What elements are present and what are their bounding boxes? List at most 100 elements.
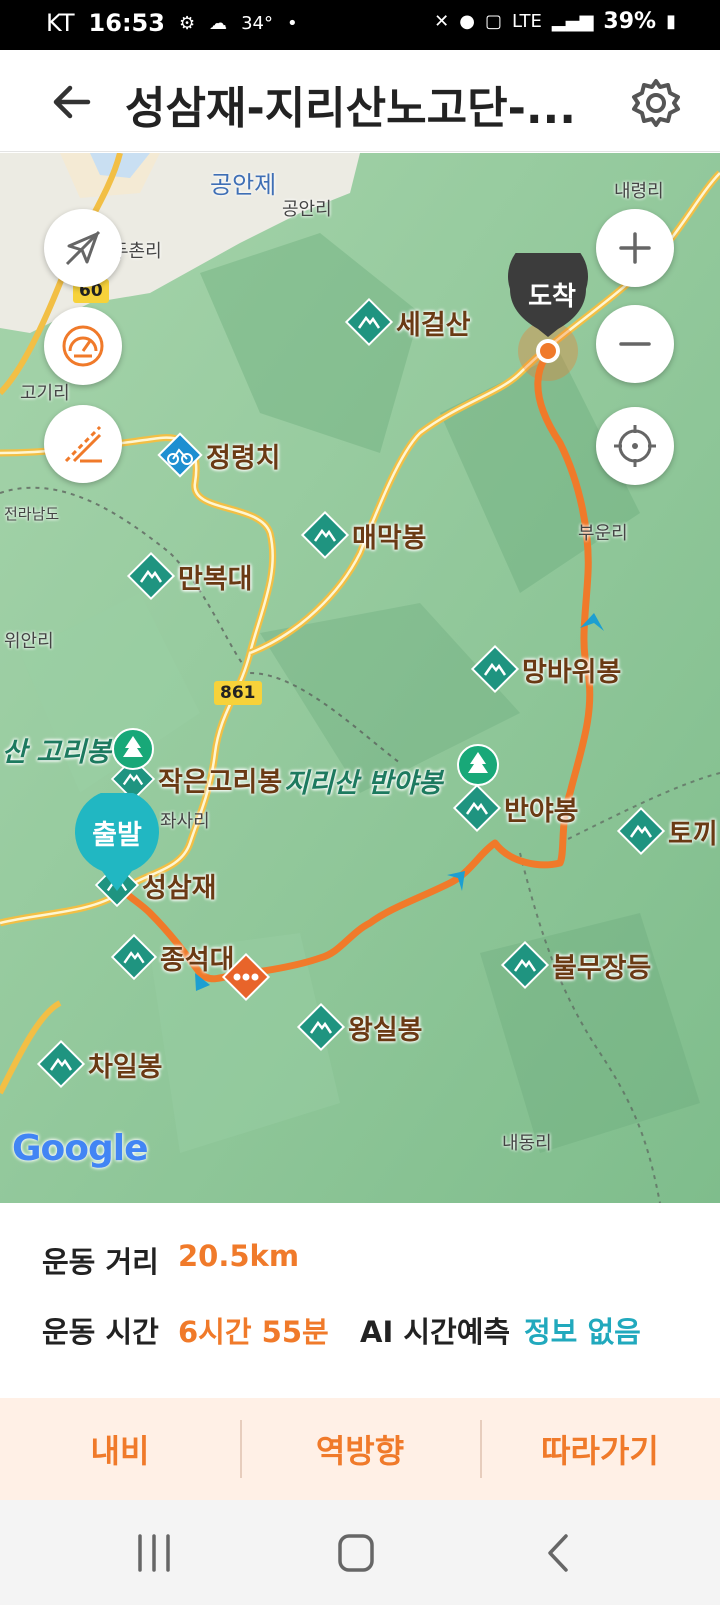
weather-icon: ☁ (209, 12, 228, 34)
mountain-icon (344, 297, 394, 347)
bike-icon (157, 432, 203, 478)
action-bar: 내비 역방향 따라가기 (0, 1398, 720, 1500)
mute-icon: ✕ (434, 11, 450, 32)
mountain-icon (300, 510, 350, 560)
village-label: 고기리 (20, 383, 70, 404)
zoom-out-button[interactable] (596, 305, 674, 383)
village-label: 좌사리 (160, 811, 210, 832)
google-logo-text: Google (12, 1128, 149, 1169)
mountain-icon (500, 940, 550, 990)
peak-marker[interactable]: 토끼 (616, 806, 718, 856)
mountain-icon (296, 1002, 346, 1052)
app-header: 성삼재-지리산노고단-... (0, 50, 720, 152)
mountain-icon (452, 783, 502, 833)
peak-label: 정령치 (206, 442, 281, 474)
zoom-out-icon (619, 342, 651, 346)
mountain-icon (36, 1039, 86, 1089)
forest-label: 산 고리봉 (2, 736, 111, 768)
temperature: 34° (241, 12, 273, 34)
peak-marker[interactable]: 정령치 (156, 431, 281, 479)
village-label: 부운리 (578, 523, 628, 544)
peak-label: 지리산 반야봉 (284, 768, 443, 799)
peak-marker[interactable]: 반야봉 (452, 783, 579, 833)
settings-button[interactable] (628, 75, 684, 131)
recent-apps-icon[interactable] (124, 1528, 184, 1578)
navigation-toggle-button[interactable] (44, 209, 122, 287)
clock: 16:53 (88, 9, 165, 37)
zoom-in-icon (619, 232, 651, 264)
road-number-badge: 861 (214, 681, 262, 705)
distance-label: 운동 거리 (42, 1245, 159, 1279)
status-bar: KT 16:53 ⚙ ☁ 34° • ✕ ● ▢ LTE ▂▄▆ 39% ▮ (0, 0, 720, 50)
reverse-button[interactable]: 역방향 (240, 1398, 480, 1500)
mountain-icon (470, 644, 520, 694)
peak-label: 만복대 (178, 563, 253, 595)
peak-label: 망바위봉 (522, 656, 622, 688)
my-location-button[interactable] (596, 407, 674, 485)
signal-icon: ▂▄▆ (551, 11, 594, 32)
peak-label: 세걸산 (396, 309, 471, 341)
village-label: 전라남도 (4, 505, 60, 523)
village-label: 공안제 (210, 171, 277, 199)
start-label: 출발 (92, 820, 142, 851)
peak-label: 매막봉 (352, 522, 427, 554)
speedometer-icon (62, 325, 104, 367)
village-label: 위안리 (4, 631, 54, 652)
peak-label: 왕실봉 (348, 1014, 423, 1046)
follow-button[interactable]: 따라가기 (480, 1398, 720, 1500)
navi-button[interactable]: 내비 (0, 1398, 240, 1500)
peak-marker[interactable]: 차일봉 (36, 1039, 163, 1089)
peak-marker[interactable]: 매막봉 (300, 510, 427, 560)
peak-marker[interactable]: 망바위봉 (470, 644, 621, 694)
system-nav-bar (0, 1500, 720, 1605)
locate-icon (614, 425, 656, 467)
lte-label: LTE (511, 11, 542, 32)
peak-marker[interactable]: 만복대 (126, 551, 253, 601)
carrier-label: KT (46, 9, 75, 37)
battery-icon: ▮ (666, 11, 676, 32)
activity-icon: ⚙ (178, 12, 196, 34)
google-attribution: Google (12, 1128, 149, 1169)
peak-marker[interactable]: 종석대 (110, 933, 235, 981)
mountain-icon (616, 806, 666, 856)
peak-label: 불무장등 (552, 952, 652, 984)
peak-marker[interactable]: 세걸산 (344, 297, 471, 347)
tree-icon (111, 728, 154, 770)
peak-marker[interactable]: 지리산 반야봉 (282, 761, 442, 800)
home-icon[interactable] (326, 1528, 386, 1578)
route-stats-panel: 운동 거리 20.5km 운동 시간 6시간 55분 AI 시간예측 정보 없음 (0, 1203, 720, 1398)
village-label: 내동리 (502, 1133, 552, 1154)
slope-icon (64, 425, 102, 463)
forest-marker[interactable]: 산 고리봉 (0, 727, 155, 771)
page-title: 성삼재-지리산노고단-... (125, 83, 576, 134)
back-button[interactable] (44, 74, 100, 130)
mountain-icon (110, 933, 158, 981)
tree-icon (457, 744, 499, 786)
map-view[interactable]: 공안제 공안리 내령리 두촌리 고기리 전라남도 위안리 부운리 좌사리 내동리… (0, 153, 720, 1203)
village-label: 공안리 (282, 199, 332, 220)
battery-percent: 39% (603, 9, 657, 34)
back-nav-icon[interactable] (528, 1528, 588, 1578)
arrival-label: 도착 (528, 282, 576, 312)
ai-estimate-label: AI 시간예측 (360, 1315, 511, 1349)
navigation-off-icon (65, 230, 101, 266)
distance-value: 20.5km (178, 1239, 300, 1273)
ai-estimate-value: 정보 없음 (524, 1315, 641, 1349)
hd-icon: ▢ (484, 11, 502, 32)
peak-label: 토끼 (668, 818, 718, 850)
duration-value: 6시간 55분 (178, 1315, 329, 1349)
more-waypoints-icon[interactable] (220, 951, 272, 1003)
peak-marker[interactable]: 불무장등 (500, 940, 651, 990)
gear-icon (632, 79, 680, 127)
duration-label: 운동 시간 (42, 1315, 159, 1349)
location-icon: ● (459, 11, 475, 32)
back-arrow-icon (53, 85, 91, 119)
zoom-in-button[interactable] (596, 209, 674, 287)
speed-button[interactable] (44, 307, 122, 385)
slope-button[interactable] (44, 405, 122, 483)
peak-marker[interactable]: 왕실봉 (296, 1002, 423, 1052)
peak-label: 반야봉 (504, 795, 579, 827)
arrival-marker[interactable] (506, 253, 596, 383)
notification-dot: • (287, 12, 298, 34)
peak-label: 작은고리봉 (158, 766, 283, 798)
